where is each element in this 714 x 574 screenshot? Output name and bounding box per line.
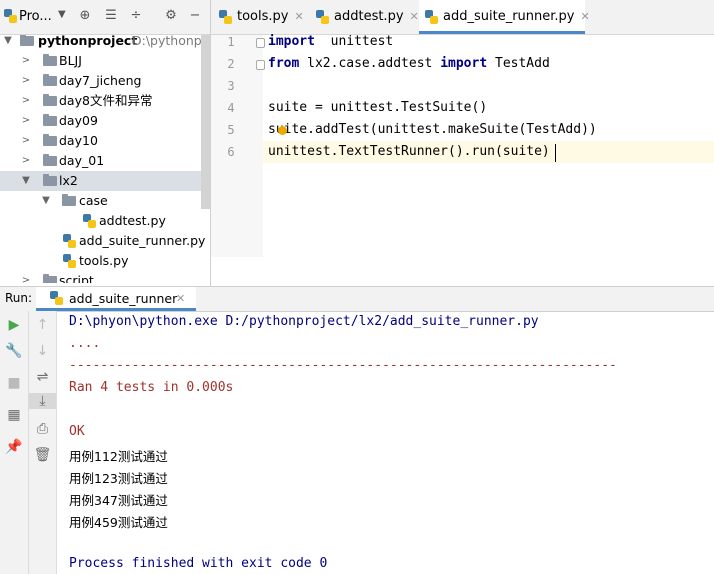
trash-icon[interactable]: 🗑	[29, 447, 56, 463]
arrow-down-icon[interactable]: ↓	[29, 343, 56, 359]
arrow-up-icon[interactable]: ↑	[29, 317, 56, 333]
tab-addtest[interactable]: addtest.py ✕	[314, 0, 419, 34]
python-file-icon	[63, 234, 76, 248]
console-line: 用例112测试通过	[69, 449, 168, 464]
console-line: 用例347测试通过	[69, 493, 168, 508]
python-file-icon	[63, 254, 76, 268]
tree-item-day09[interactable]: > day09	[0, 111, 210, 131]
hide-icon[interactable]: −	[187, 8, 203, 24]
run-toolbar-left: ▶ 🔧 ■ ▦ 📌	[0, 311, 29, 574]
console-ran-tests: Ran 4 tests in 0.000s	[69, 380, 234, 395]
tab-tools[interactable]: tools.py ✕	[217, 0, 304, 34]
stop-icon[interactable]: ■	[0, 375, 28, 391]
fold-marker-icon[interactable]	[256, 38, 265, 48]
rerun-icon[interactable]: ▶	[0, 317, 28, 333]
project-tree[interactable]: ▼ pythonproject D:\pythonpro > BLJJ > da…	[0, 35, 210, 283]
code-line-5: suite.addTest(unittest.makeSuite(TestAdd…	[268, 122, 597, 137]
close-icon[interactable]: ✕	[294, 10, 303, 23]
python-file-icon	[83, 214, 96, 228]
chevron-down-icon[interactable]: ▼	[58, 9, 66, 20]
pin-icon[interactable]: 📌	[0, 439, 28, 455]
tree-item-pythonproject[interactable]: ▼ pythonproject D:\pythonpro	[0, 35, 210, 51]
run-panel-header: Run: add_suite_runner ✕	[0, 286, 714, 312]
console-command: D:\phyon\python.exe D:/pythonproject/lx2…	[69, 314, 539, 329]
tree-item-day10[interactable]: > day10	[0, 131, 210, 151]
locate-icon[interactable]: ⊕	[77, 8, 93, 24]
console-line: 用例459测试通过	[69, 515, 168, 530]
close-icon[interactable]: ✕	[410, 10, 419, 23]
tree-item-case[interactable]: ▼ case	[0, 191, 210, 211]
collapse-all-icon[interactable]: ☰	[103, 8, 119, 24]
console-separator: ----------------------------------------…	[69, 358, 617, 373]
wrench-icon[interactable]: 🔧	[0, 343, 28, 359]
soft-wrap-icon[interactable]: ⇌	[29, 369, 56, 385]
tab-add-suite-runner[interactable]: add_suite_runner.py ✕	[419, 0, 590, 34]
tree-item-bljj[interactable]: > BLJJ	[0, 51, 210, 71]
expand-all-icon[interactable]: ÷	[128, 8, 144, 24]
code-line-6: unittest.TextTestRunner().run(suite)	[268, 144, 550, 159]
layout-icon[interactable]: ▦	[0, 407, 28, 423]
editor-tab-bar: tools.py ✕ addtest.py ✕ add_suite_runner.p…	[211, 0, 714, 35]
tree-item-tools[interactable]: tools.py	[0, 251, 210, 271]
tree-item-script[interactable]: > script	[0, 271, 210, 283]
project-icon	[4, 9, 17, 23]
gear-icon[interactable]: ⚙	[163, 8, 179, 24]
tree-item-lx2[interactable]: ▼ lx2	[0, 171, 210, 191]
scroll-to-end-icon[interactable]: ⤓	[29, 393, 56, 409]
project-toolbar: Pro... ▼ ⊕ ☰ ÷ ⚙ −	[0, 0, 210, 35]
run-label: Run:	[5, 291, 33, 305]
run-toolbar-right: ↑ ↓ ⇌ ⤓ ⎙ 🗑	[29, 311, 57, 574]
close-icon[interactable]: ✕	[580, 10, 589, 23]
text-cursor	[555, 144, 556, 162]
console-exit-status: Process finished with exit code 0	[69, 556, 328, 571]
project-title[interactable]: Pro...	[19, 9, 52, 24]
print-icon[interactable]: ⎙	[29, 421, 56, 437]
tree-item-add-suite-runner[interactable]: add_suite_runner.py	[0, 231, 210, 251]
console-line: 用例123测试通过	[69, 471, 168, 486]
python-file-icon	[50, 291, 63, 305]
code-line-2: from lx2.case.addtest import TestAdd	[268, 56, 550, 71]
tree-item-day7[interactable]: > day7_jicheng	[0, 71, 210, 91]
code-line-4: suite = unittest.TestSuite()	[268, 100, 488, 115]
fold-marker-icon[interactable]	[256, 60, 265, 70]
run-tab[interactable]: add_suite_runner ✕	[36, 287, 196, 311]
close-icon[interactable]: ✕	[176, 292, 185, 305]
tree-scrollbar[interactable]	[201, 35, 210, 209]
tree-item-day8[interactable]: > day8文件和异常	[0, 91, 210, 111]
code-line-1: import unittest	[268, 34, 394, 49]
console-dots: ....	[69, 336, 101, 351]
console-ok: OK	[69, 424, 85, 439]
tree-item-addtest[interactable]: addtest.py	[0, 211, 210, 231]
tree-item-day01[interactable]: > day_01	[0, 151, 210, 171]
intention-bulb-icon[interactable]	[278, 126, 287, 135]
